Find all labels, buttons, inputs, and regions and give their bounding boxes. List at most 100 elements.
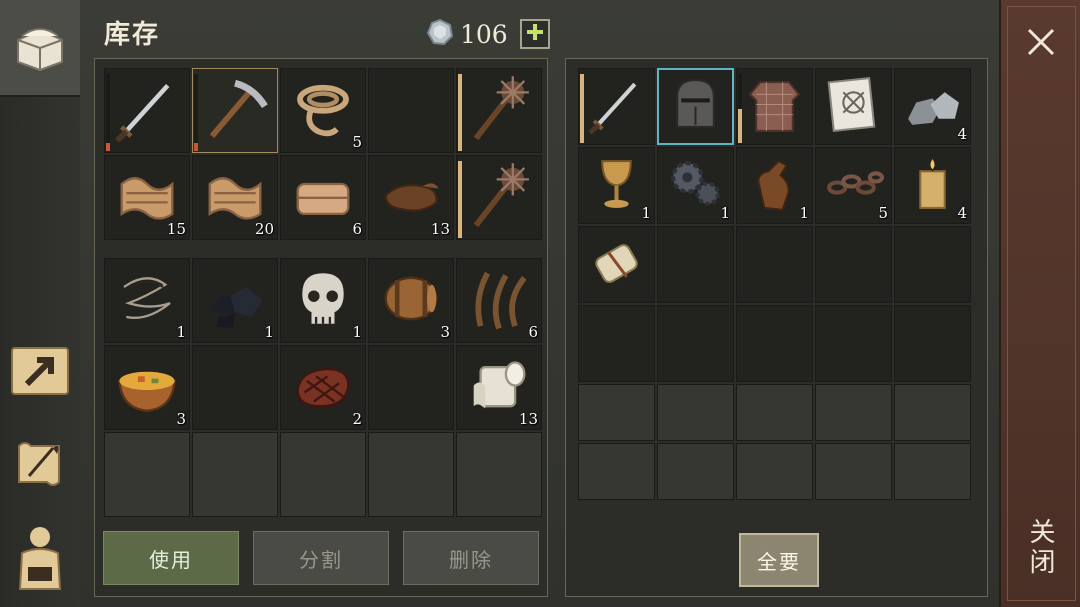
durability-bar <box>458 161 462 238</box>
delete-button[interactable]: 删除 <box>403 531 539 585</box>
item-count: 1 <box>176 323 186 341</box>
cloth-bolt-icon <box>288 161 358 230</box>
loot-slot[interactable] <box>815 443 892 500</box>
item-count: 13 <box>430 220 450 238</box>
loot-slot[interactable] <box>894 305 971 382</box>
loot-slot[interactable] <box>894 384 971 441</box>
add-currency-button[interactable] <box>519 19 550 49</box>
take-all-button[interactable]: 全要 <box>739 533 819 587</box>
loot-slot[interactable]: 1 <box>736 147 813 224</box>
bag-slot[interactable] <box>104 432 190 517</box>
silver-coin-icon <box>426 18 454 50</box>
equipment-slot[interactable]: 5 <box>280 68 366 153</box>
item-count: 5 <box>878 204 888 222</box>
gears-icon <box>665 153 726 214</box>
bag-slot[interactable]: 1 <box>104 258 190 343</box>
bag-slot[interactable] <box>456 432 542 517</box>
thread-icon <box>112 264 182 333</box>
loot-slot[interactable] <box>578 443 655 500</box>
close-label: 关闭 <box>1025 518 1055 578</box>
loot-slot[interactable] <box>815 305 892 382</box>
loot-slot[interactable] <box>894 226 971 303</box>
skull-icon <box>288 264 358 333</box>
loot-slot[interactable] <box>578 226 655 303</box>
loot-slot[interactable] <box>578 68 655 145</box>
item-count: 4 <box>957 125 967 143</box>
loot-slot[interactable]: 1 <box>657 147 734 224</box>
equipment-slot[interactable]: 6 <box>280 155 366 240</box>
loot-slot[interactable] <box>894 443 971 500</box>
item-count: 13 <box>518 410 538 428</box>
loot-slot[interactable]: 5 <box>815 147 892 224</box>
pickaxe-icon <box>200 74 270 143</box>
equipment-slot[interactable] <box>104 68 190 153</box>
equipment-slot[interactable]: 13 <box>368 155 454 240</box>
split-button[interactable]: 分割 <box>253 531 389 585</box>
bag-slot[interactable] <box>368 345 454 430</box>
item-count: 5 <box>352 133 362 151</box>
equipment-slot[interactable] <box>368 68 454 153</box>
bag-slot[interactable] <box>368 432 454 517</box>
loot-slot[interactable] <box>657 384 734 441</box>
scroll-icon <box>586 232 647 293</box>
loot-slot[interactable] <box>578 384 655 441</box>
item-count: 1 <box>799 204 809 222</box>
bag-slot[interactable]: 13 <box>456 345 542 430</box>
bag-slot[interactable]: 2 <box>280 345 366 430</box>
fibers-icon <box>464 264 534 333</box>
sidebar-tab-character[interactable] <box>0 515 80 605</box>
sidebar-tab-journal[interactable] <box>0 425 80 505</box>
close-icon[interactable] <box>1021 22 1061 62</box>
durability-bar <box>106 74 110 151</box>
item-count: 2 <box>352 410 362 428</box>
goblet-icon <box>586 153 647 214</box>
loot-slot[interactable] <box>657 68 734 145</box>
sidebar-tab-inventory[interactable] <box>0 0 80 97</box>
equipment-slot[interactable] <box>456 68 542 153</box>
equipment-slot[interactable]: 15 <box>104 155 190 240</box>
loot-slot[interactable] <box>736 443 813 500</box>
chain-icon <box>823 153 884 214</box>
backpack-icon <box>10 523 70 597</box>
durability-bar <box>458 74 462 151</box>
bag-slot[interactable]: 1 <box>192 258 278 343</box>
item-count: 20 <box>254 220 274 238</box>
item-count: 6 <box>352 220 362 238</box>
item-count: 15 <box>166 220 186 238</box>
loot-slot[interactable] <box>736 226 813 303</box>
loot-slot[interactable] <box>815 68 892 145</box>
page-title: 库存 <box>104 20 161 50</box>
bag-slot[interactable] <box>192 432 278 517</box>
bag-slot[interactable] <box>192 345 278 430</box>
loot-slot[interactable] <box>578 305 655 382</box>
loot-slot[interactable] <box>736 305 813 382</box>
loot-slot[interactable] <box>815 226 892 303</box>
loot-slot[interactable] <box>815 384 892 441</box>
bag-slot[interactable]: 6 <box>456 258 542 343</box>
equipment-slot[interactable]: 20 <box>192 155 278 240</box>
bag-slot[interactable]: 3 <box>104 345 190 430</box>
bag-slot[interactable]: 1 <box>280 258 366 343</box>
item-count: 3 <box>440 323 450 341</box>
loot-slot[interactable]: 4 <box>894 147 971 224</box>
loot-slot[interactable] <box>657 226 734 303</box>
loot-slot[interactable] <box>657 305 734 382</box>
craft-arrow-icon <box>9 344 71 402</box>
loot-slot[interactable]: 4 <box>894 68 971 145</box>
sidebar-tab-crafting[interactable] <box>0 335 80 410</box>
chainmail-icon <box>744 74 805 135</box>
sword-icon <box>586 74 647 135</box>
currency-display: 106 <box>426 18 550 50</box>
equipment-slot[interactable] <box>192 68 278 153</box>
bag-slot[interactable]: 3 <box>368 258 454 343</box>
loot-slot[interactable] <box>736 68 813 145</box>
equipment-slot[interactable] <box>456 155 542 240</box>
close-panel[interactable]: 关闭 <box>999 0 1080 607</box>
item-count: 3 <box>176 410 186 428</box>
bag-slot[interactable] <box>280 432 366 517</box>
loot-slot[interactable]: 1 <box>578 147 655 224</box>
loot-slot[interactable] <box>736 384 813 441</box>
loot-slot[interactable] <box>657 443 734 500</box>
use-button[interactable]: 使用 <box>103 531 239 585</box>
item-count: 6 <box>528 323 538 341</box>
